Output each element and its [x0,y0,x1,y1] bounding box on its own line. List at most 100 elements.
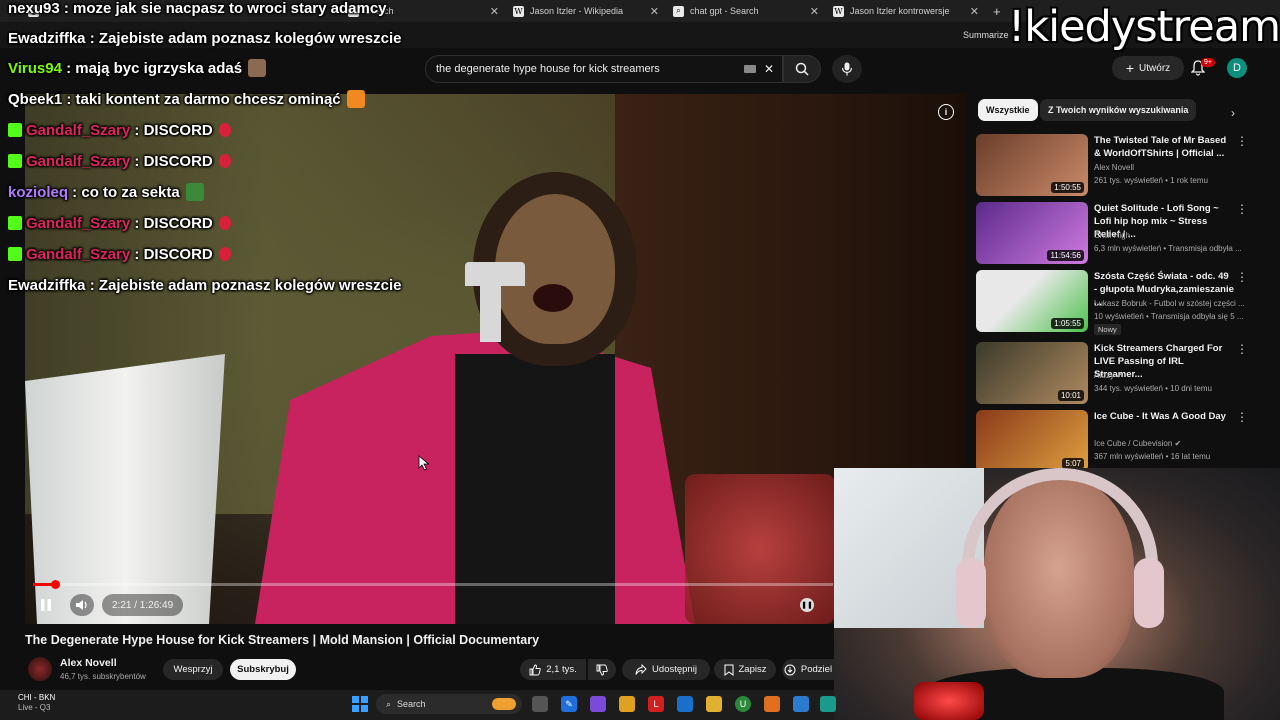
green-emote [185,183,204,201]
headset-earcup-left [956,558,986,628]
app-icon[interactable]: U [735,696,751,712]
create-button[interactable]: + Utwórz [1112,56,1184,80]
notepad-icon[interactable] [793,696,809,712]
channel-name[interactable]: Alex Novell [60,657,117,669]
video-thumbnail[interactable]: 1:50:55 [976,134,1088,196]
thumbs-up-icon [529,664,541,675]
account-avatar[interactable]: D [1227,58,1247,78]
recommendation-item[interactable]: 11:54:56 Quiet Solitude - Lofi Song ~ Lo… [976,202,1266,266]
progress-bar[interactable] [33,583,833,586]
channel-avatar[interactable] [28,657,52,681]
more-options-icon[interactable]: ⋮ [1236,134,1248,148]
chat-message: Gandalf_Szary : DISCORD [8,211,231,235]
taskbar-search[interactable]: ⌕ Search [376,694,522,714]
edge-icon[interactable] [820,696,836,712]
video-thumbnail[interactable]: 11:54:56 [976,202,1088,264]
chat-separator: : [130,121,144,139]
video-thumbnail[interactable]: 5:07 [976,410,1088,472]
support-button[interactable]: Wesprzyj [163,659,223,680]
download-button[interactable]: Podziel [782,659,834,680]
search-input[interactable]: the degenerate hype house for kick strea… [425,55,783,83]
chat-separator: : [130,214,144,232]
pause-button[interactable] [38,596,54,614]
filter-chips: Wszystkie Z Twoich wyników wyszukiwania … [978,99,1248,123]
chat-message: Ewadziffka : Zajebiste adam poznasz kole… [8,273,401,297]
red-drop-emote [218,123,231,137]
browser-tab[interactable]: W Jason Itzler - Wikipedia ✕ [505,0,665,22]
more-options-icon[interactable]: ⋮ [1236,342,1248,356]
windows-start-icon[interactable] [352,696,368,712]
taskbar-widget[interactable]: CHI - BKN Live - Q3 [18,693,55,713]
save-button[interactable]: Zapisz [714,659,776,680]
thumbs-down-icon [596,664,608,675]
notification-count-badge: 9+ [1201,58,1215,67]
recommendation-item[interactable]: 10:01 Kick Streamers Charged For LIVE Pa… [976,342,1266,406]
kick-badge-icon [8,216,22,230]
search-button[interactable] [783,55,821,83]
save-label: Zapisz [738,664,767,675]
browser-tab[interactable]: ⌕ chat gpt - Search ✕ [665,0,825,22]
app-icon[interactable] [764,696,780,712]
clear-search-icon[interactable]: ✕ [764,62,774,76]
chevron-right-icon[interactable]: › [1223,102,1243,124]
recommendation-item[interactable]: 1:50:55 The Twisted Tale of Mr Based & W… [976,134,1266,198]
close-icon[interactable]: ✕ [490,5,499,18]
face-emote [248,59,267,77]
channel-name: Ice Cube / Cubevision [1094,439,1173,448]
close-icon[interactable]: ✕ [650,5,659,18]
headset-icon [962,468,1158,588]
taskbar-search-label: Search [397,699,426,709]
browser-tab[interactable]: W Jason Itzler kontrowersje ✕ [825,0,985,22]
more-options-icon[interactable]: ⋮ [1236,410,1248,424]
subscribe-button[interactable]: Subskrybuj [230,659,296,680]
close-icon[interactable]: ✕ [810,5,819,18]
widget-line-2: Live - Q3 [18,703,51,712]
more-options-icon[interactable]: ⋮ [1236,270,1248,284]
voice-search-button[interactable] [832,55,862,83]
folder-icon[interactable] [706,696,722,712]
chat-message: Gandalf_Szary : DISCORD [8,242,231,266]
chat-separator: : [85,29,99,47]
recommendation-channel[interactable]: Chilli High [1094,231,1130,240]
volume-button[interactable] [70,594,94,616]
recommendation-channel[interactable]: Łukasz Bobruk - Futbol w szóstej części … [1094,299,1245,308]
recommendation-title[interactable]: Ice Cube - It Was A Good Day [1094,410,1234,423]
recommendation-item[interactable]: 1:05:55 Szósta Część Świata - odc. 49 - … [976,270,1266,335]
more-options-icon[interactable]: ⋮ [1236,202,1248,216]
chip-all[interactable]: Wszystkie [978,99,1038,121]
new-badge: Nowy [1094,324,1121,335]
recommendation-title[interactable]: The Twisted Tale of Mr Based & WorldOfTS… [1094,134,1234,160]
red-drop-emote [218,154,231,168]
summarize-button[interactable]: Summarize [963,30,1009,40]
info-icon[interactable]: i [938,104,954,120]
video-frame-person-mouth [533,284,573,312]
recommendation-channel[interactable]: Ice Cube / Cubevision ✔ [1094,439,1181,448]
recommendation-channel[interactable]: Atozy ✔ [1094,371,1123,380]
recommendation-item[interactable]: 5:07 Ice Cube - It Was A Good Day Ice Cu… [976,410,1266,474]
volume-icon [76,600,87,610]
video-thumbnail[interactable]: 1:05:55 [976,270,1088,332]
app-icon[interactable]: L [648,696,664,712]
new-tab-button[interactable]: + [985,0,1005,22]
subscriber-count: 46,7 tys. subskrybentów [60,672,146,681]
chip-from-search[interactable]: Z Twoich wyników wyszukiwania [1040,99,1197,121]
share-button[interactable]: Udostępnij [622,659,710,680]
search-icon [795,62,809,76]
share-label: Udostępnij [652,664,697,675]
task-view-icon[interactable] [532,696,548,712]
video-thumbnail[interactable]: 10:01 [976,342,1088,404]
app-icon[interactable]: ✎ [561,696,577,712]
copilot-icon[interactable] [590,696,606,712]
recommendation-channel[interactable]: Alex Novell [1094,163,1134,172]
autoplay-toggle[interactable]: ❚❚ [800,598,814,612]
verified-icon: ✔ [1116,371,1123,380]
keyboard-icon[interactable] [744,65,756,73]
mail-icon[interactable] [677,696,693,712]
progress-scrubber[interactable] [51,580,60,589]
close-icon[interactable]: ✕ [970,5,979,18]
dislike-button[interactable] [588,659,616,680]
like-button[interactable]: 2,1 tys. [520,659,586,680]
recommendation-meta: 367 mln wyświetleń • 16 lat temu [1094,452,1211,461]
chat-username: Ewadziffka [8,29,86,47]
store-icon[interactable] [619,696,635,712]
